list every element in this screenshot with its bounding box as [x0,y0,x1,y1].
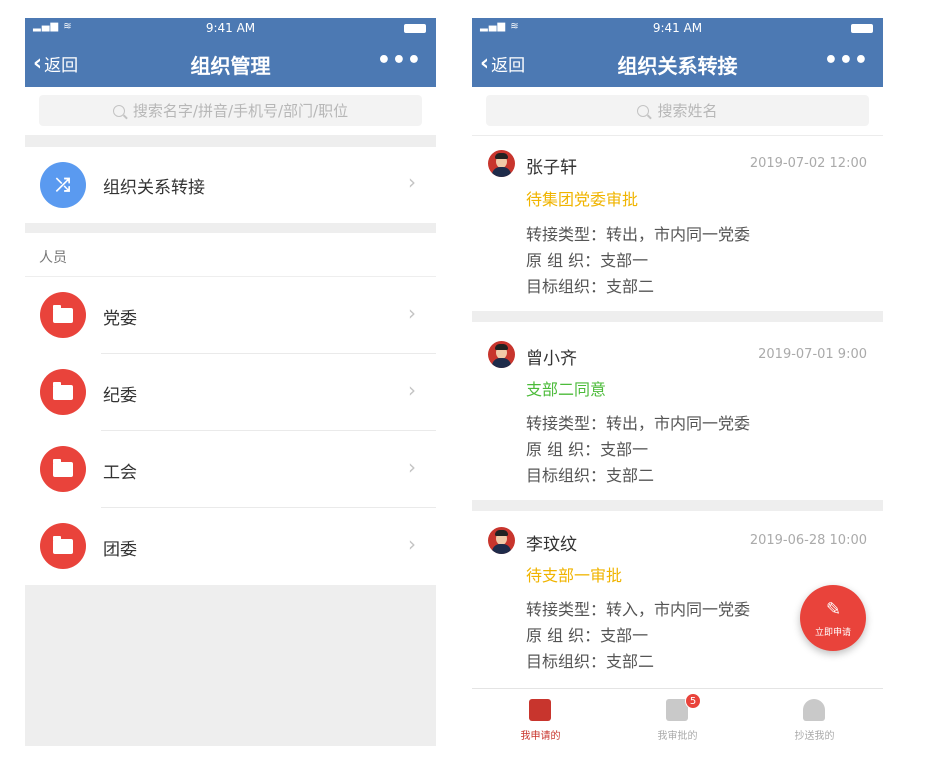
chevron-right-icon: › [408,301,416,325]
org-transfer-item[interactable]: ⤮ 组织关系转接 › [25,147,436,223]
folder-item-jiwei[interactable]: 纪委 › [25,354,436,431]
folder-label: 党委 [103,309,137,329]
more-icon[interactable]: ••• [377,48,422,73]
chevron-right-icon: › [408,378,416,402]
record-status: 待集团党委审批 [526,190,639,209]
record-from: 原 组 织：支部一 [526,440,649,459]
tab-label: 抄送我的 [794,731,835,742]
battery-icon [851,24,873,33]
search-input[interactable]: 搜索名字/拼音/手机号/部门/职位 [39,95,422,126]
record-to: 目标组织：支部二 [526,466,655,485]
folder-item-tuanwei[interactable]: 团委 › [25,508,436,585]
section-title: 人员 [39,250,67,266]
unread-badge: 5 [685,693,701,709]
org-transfer-label: 组织关系转接 [103,178,205,198]
tab-label: 我申请的 [520,731,561,742]
status-time: 9:41 AM [652,21,703,35]
record-date: 2019-07-02 12:00 [749,156,867,171]
section-header: 人员 [25,233,436,277]
apply-now-label: 立即申请 [814,628,851,638]
avatar [488,150,515,177]
transfer-record[interactable]: 张子轩 2019-07-02 12:00 待集团党委审批 转接类型：转出，市内同… [472,136,883,311]
record-status: 支部二同意 [526,380,607,399]
search-bar: 搜索姓名 [472,87,883,135]
search-input[interactable]: 搜索姓名 [486,95,869,126]
search-icon [637,104,650,117]
record-name: 李玟纹 [526,535,577,555]
tab-bar: 我申请的 5 我审批的 抄送我的 [472,688,883,746]
folder-icon [40,369,86,415]
avatar [488,527,515,554]
edit-doc-icon [529,699,551,721]
search-icon [112,104,125,117]
record-type: 转接类型：转出，市内同一党委 [526,414,751,433]
page-title: 组织管理 [190,54,271,78]
record-type: 转接类型：转出，市内同一党委 [526,225,751,244]
record-to: 目标组织：支部二 [526,652,655,671]
nav-bar: ‹ 返回 组织关系转接 ••• [472,38,883,87]
status-bar: ▂▄▆ ≋ 9:41 AM [472,18,883,38]
folder-item-dangwei[interactable]: 党委 › [25,277,436,354]
record-date: 2019-07-01 9:00 [758,347,867,362]
folder-item-gonghui[interactable]: 工会 › [25,431,436,508]
record-from: 原 组 织：支部一 [526,251,649,270]
apply-now-button[interactable]: ✎ 立即申请 [800,585,866,651]
record-name: 张子轩 [526,158,577,178]
battery-icon [404,24,426,33]
org-transfer-screen: ▂▄▆ ≋ 9:41 AM ‹ 返回 组织关系转接 ••• 搜索姓名 张子轩 2… [472,18,883,746]
nav-bar: ‹ 返回 组织管理 ••• [25,38,436,87]
chevron-right-icon: › [408,532,416,556]
record-to: 目标组织：支部二 [526,277,655,296]
tab-my-applications[interactable]: 我申请的 [472,689,609,746]
folder-label: 团委 [103,540,137,560]
folder-label: 工会 [103,463,137,483]
user-icon [803,699,825,721]
folder-icon [40,523,86,569]
tab-my-approvals[interactable]: 5 我审批的 [609,689,746,746]
shuffle-icon: ⤮ [40,162,86,208]
avatar [488,341,515,368]
record-from: 原 组 织：支部一 [526,626,649,645]
record-name: 曾小齐 [526,349,577,369]
search-bar: 搜索名字/拼音/手机号/部门/职位 [25,87,436,135]
chevron-right-icon: › [408,170,416,194]
folder-icon [40,292,86,338]
tab-cc-to-me[interactable]: 抄送我的 [746,689,883,746]
page-title: 组织关系转接 [617,54,738,78]
search-placeholder: 搜索名字/拼音/手机号/部门/职位 [132,102,349,120]
pencil-icon: ✎ [826,599,842,620]
more-icon[interactable]: ••• [824,48,869,73]
folder-label: 纪委 [103,386,137,406]
folder-icon [40,446,86,492]
record-date: 2019-06-28 10:00 [749,533,867,548]
org-management-screen: ▂▄▆ ≋ 9:41 AM ‹ 返回 组织管理 ••• 搜索名字/拼音/手机号/… [25,18,436,746]
record-type: 转接类型：转入，市内同一党委 [526,600,751,619]
chevron-right-icon: › [408,455,416,479]
transfer-record[interactable]: 曾小齐 2019-07-01 9:00 支部二同意 转接类型：转出，市内同一党委… [472,322,883,500]
search-placeholder: 搜索姓名 [657,102,718,120]
status-time: 9:41 AM [205,21,256,35]
status-bar: ▂▄▆ ≋ 9:41 AM [25,18,436,38]
record-status: 待支部一审批 [526,566,623,585]
tab-label: 我审批的 [657,731,698,742]
